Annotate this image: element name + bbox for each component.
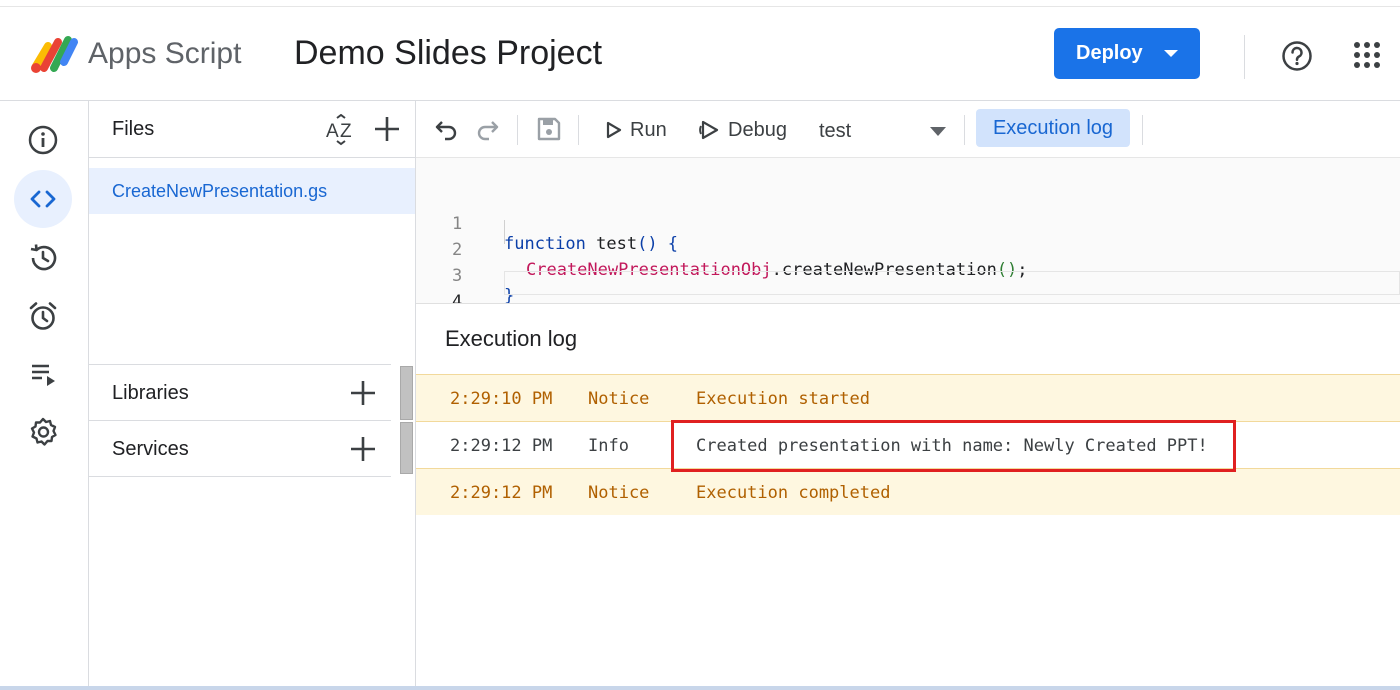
run-button[interactable]: Run xyxy=(606,115,667,145)
info-icon xyxy=(28,125,58,155)
editor-toolbar: Run Debug test Execution log xyxy=(416,101,1400,158)
divider xyxy=(1142,115,1143,145)
files-title: Files xyxy=(112,118,155,140)
editor-button[interactable] xyxy=(14,170,72,228)
nav-rail xyxy=(0,101,89,690)
file-item[interactable]: CreateNewPresentation.gs xyxy=(89,168,415,214)
executions-icon xyxy=(32,364,55,386)
svg-text:A: A xyxy=(326,121,339,142)
debug-button[interactable]: Debug xyxy=(698,115,787,145)
apps-script-logo-icon[interactable] xyxy=(30,32,80,74)
code-line: 1 function test() { xyxy=(416,194,1400,254)
log-level: Notice xyxy=(588,389,650,409)
top-border xyxy=(0,0,1400,7)
file-name: CreateNewPresentation.gs xyxy=(112,181,328,201)
project-history-button[interactable] xyxy=(14,229,72,287)
app-name[interactable]: Apps Script xyxy=(88,37,241,71)
divider xyxy=(964,115,965,145)
files-panel: Files A Z CreateNewPresentation.gs Libra… xyxy=(89,101,416,690)
log-level: Info xyxy=(588,436,629,456)
divider xyxy=(89,476,391,478)
sort-az-icon[interactable]: A Z xyxy=(325,114,359,146)
apps-grid-icon[interactable] xyxy=(1354,42,1380,68)
scrollbar-handle[interactable] xyxy=(400,366,413,420)
project-title[interactable]: Demo Slides Project xyxy=(294,34,602,73)
deploy-label: Deploy xyxy=(1076,42,1143,64)
libraries-label: Libraries xyxy=(112,382,189,404)
app-header: Apps Script Demo Slides Project Deploy xyxy=(0,7,1400,101)
code-line: 2 CreateNewPresentationObj.createNewPres… xyxy=(416,220,1400,280)
deploy-button[interactable]: Deploy xyxy=(1054,28,1200,79)
add-library-icon[interactable] xyxy=(349,379,377,407)
code-icon xyxy=(30,190,56,208)
project-settings-button[interactable] xyxy=(14,403,72,461)
files-header: Files A Z xyxy=(89,101,415,158)
function-select[interactable]: test xyxy=(818,114,948,146)
log-level: Notice xyxy=(588,483,650,503)
annotation-highlight-box xyxy=(671,420,1236,472)
execution-log-label: Execution log xyxy=(992,116,1114,139)
function-select-value: test xyxy=(819,120,852,142)
settings-icon xyxy=(30,417,57,446)
log-time: 2:29:10 PM xyxy=(450,389,553,409)
libraries-section[interactable]: Libraries xyxy=(89,364,391,420)
services-section[interactable]: Services xyxy=(89,420,391,476)
log-message: Execution completed xyxy=(696,483,891,503)
chevron-down-icon xyxy=(1164,50,1178,57)
code-editor[interactable]: 1 function test() { 2 CreateNewPresentat… xyxy=(416,158,1400,304)
play-icon xyxy=(606,121,622,139)
divider xyxy=(1244,35,1245,79)
add-file-icon[interactable] xyxy=(373,115,401,143)
scrollbar-handle[interactable] xyxy=(400,422,413,474)
triggers-button[interactable] xyxy=(14,287,72,345)
log-time: 2:29:12 PM xyxy=(450,483,553,503)
debug-label: Debug xyxy=(728,118,787,141)
divider xyxy=(578,115,579,145)
line-number: 4 xyxy=(452,292,463,304)
dropdown-arrow-icon xyxy=(930,127,946,136)
help-icon[interactable] xyxy=(1281,40,1313,72)
executions-button[interactable] xyxy=(14,345,72,403)
debug-icon xyxy=(699,120,719,140)
redo-icon[interactable] xyxy=(474,116,500,142)
divider xyxy=(517,115,518,145)
save-icon[interactable] xyxy=(536,116,562,142)
services-label: Services xyxy=(112,438,189,460)
code-line: 4 xyxy=(416,272,1400,303)
overview-button[interactable] xyxy=(14,111,72,169)
execution-log-title: Execution log xyxy=(445,326,578,351)
svg-text:Z: Z xyxy=(340,121,352,142)
history-icon xyxy=(30,244,57,271)
log-row: 2:29:10 PM Notice Execution started xyxy=(416,375,1400,421)
bottom-border xyxy=(0,686,1400,690)
log-message: Execution started xyxy=(696,389,870,409)
undo-icon[interactable] xyxy=(434,116,460,142)
log-row: 2:29:12 PM Notice Execution completed xyxy=(416,469,1400,515)
execution-log-button[interactable]: Execution log xyxy=(976,109,1130,147)
run-label: Run xyxy=(630,118,667,141)
alarm-icon xyxy=(29,302,57,330)
code-line: 3 } xyxy=(416,246,1400,303)
add-service-icon[interactable] xyxy=(349,435,377,463)
log-time: 2:29:12 PM xyxy=(450,436,553,456)
